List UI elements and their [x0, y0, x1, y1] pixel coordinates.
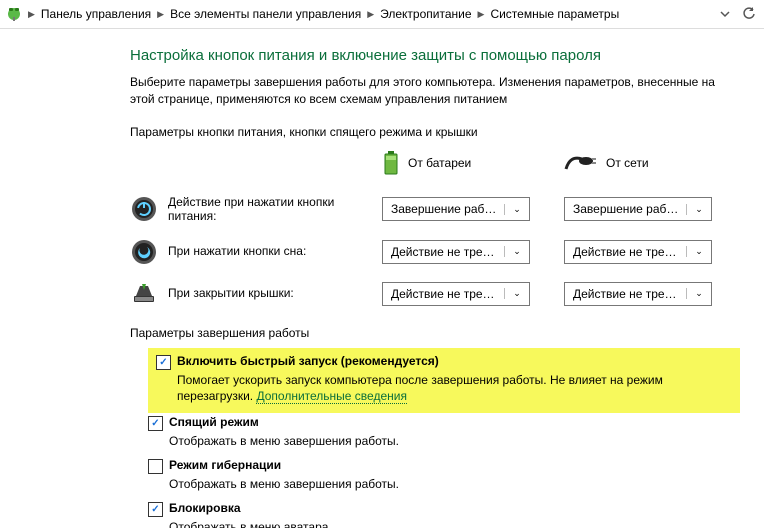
chevron-right-icon: ▶: [367, 9, 374, 20]
lock-checkbox[interactable]: [148, 502, 163, 517]
page-title: Настройка кнопок питания и включение защ…: [130, 47, 740, 64]
hibernate-desc: Отображать в меню завершения работы.: [169, 476, 740, 493]
row-power-button: Действие при нажатии кнопки питания:: [130, 195, 360, 224]
battery-icon: [382, 150, 400, 176]
column-header-ac: От сети: [564, 145, 724, 181]
chevron-down-icon: ⌄: [504, 288, 525, 299]
column-header-ac-label: От сети: [606, 156, 649, 170]
chevron-down-icon: ⌄: [686, 288, 707, 299]
sleep-desc: Отображать в меню завершения работы.: [169, 433, 740, 450]
power-button-battery-select[interactable]: Завершение работы⌄: [382, 197, 530, 221]
fast-startup-desc: Помогает ускорить запуск компьютера посл…: [177, 372, 732, 406]
sleep-button-icon: [130, 238, 158, 266]
chevron-right-icon: ▶: [28, 9, 35, 20]
history-dropdown-icon[interactable]: [716, 5, 734, 23]
lid-close-battery-select[interactable]: Действие не требуется⌄: [382, 282, 530, 306]
chevron-right-icon: ▶: [478, 9, 485, 20]
row-lid-close: При закрытии крышки:: [130, 280, 360, 308]
lock-option: Блокировка Отображать в меню аватара.: [148, 501, 740, 528]
hibernate-option: Режим гибернации Отображать в меню завер…: [148, 458, 740, 493]
chevron-right-icon: ▶: [157, 9, 164, 20]
shutdown-section-label: Параметры завершения работы: [130, 326, 740, 340]
hibernate-title: Режим гибернации: [169, 458, 281, 472]
chevron-down-icon: ⌄: [686, 246, 707, 257]
sleep-title: Спящий режим: [169, 415, 259, 429]
fast-startup-checkbox[interactable]: [156, 355, 171, 370]
page-description: Выберите параметры завершения работы для…: [130, 74, 740, 109]
breadcrumb: ▶ Панель управления ▶ Все элементы панел…: [0, 0, 764, 29]
sleep-button-ac-select[interactable]: Действие не требуется⌄: [564, 240, 712, 264]
lock-title: Блокировка: [169, 501, 241, 515]
breadcrumb-item[interactable]: Электропитание: [380, 7, 471, 21]
row-sleep-button-label: При нажатии кнопки сна:: [168, 244, 306, 258]
plug-icon: [564, 153, 598, 173]
lock-desc: Отображать в меню аватара.: [169, 519, 740, 528]
row-lid-close-label: При закрытии крышки:: [168, 286, 294, 300]
power-options-icon: [6, 6, 22, 22]
chevron-down-icon: ⌄: [504, 204, 525, 215]
hibernate-checkbox[interactable]: [148, 459, 163, 474]
more-info-link[interactable]: Дополнительные сведения: [256, 389, 406, 404]
fast-startup-title: Включить быстрый запуск (рекомендуется): [177, 354, 439, 368]
fast-startup-option: Включить быстрый запуск (рекомендуется) …: [148, 348, 740, 414]
power-button-ac-select[interactable]: Завершение работы⌄: [564, 197, 712, 221]
breadcrumb-item: Системные параметры: [490, 7, 619, 21]
buttons-section-label: Параметры кнопки питания, кнопки спящего…: [130, 125, 740, 139]
chevron-down-icon: ⌄: [686, 204, 707, 215]
laptop-lid-icon: [130, 280, 158, 308]
breadcrumb-item[interactable]: Панель управления: [41, 7, 151, 21]
breadcrumb-item[interactable]: Все элементы панели управления: [170, 7, 361, 21]
row-sleep-button: При нажатии кнопки сна:: [130, 238, 360, 266]
power-button-icon: [130, 195, 158, 223]
refresh-icon[interactable]: [740, 5, 758, 23]
sleep-button-battery-select[interactable]: Действие не требуется⌄: [382, 240, 530, 264]
column-header-battery: От батареи: [382, 145, 542, 181]
chevron-down-icon: ⌄: [504, 246, 525, 257]
sleep-checkbox[interactable]: [148, 416, 163, 431]
row-power-button-label: Действие при нажатии кнопки питания:: [168, 195, 360, 224]
sleep-option: Спящий режим Отображать в меню завершени…: [148, 415, 740, 450]
column-header-battery-label: От батареи: [408, 156, 471, 170]
lid-close-ac-select[interactable]: Действие не требуется⌄: [564, 282, 712, 306]
